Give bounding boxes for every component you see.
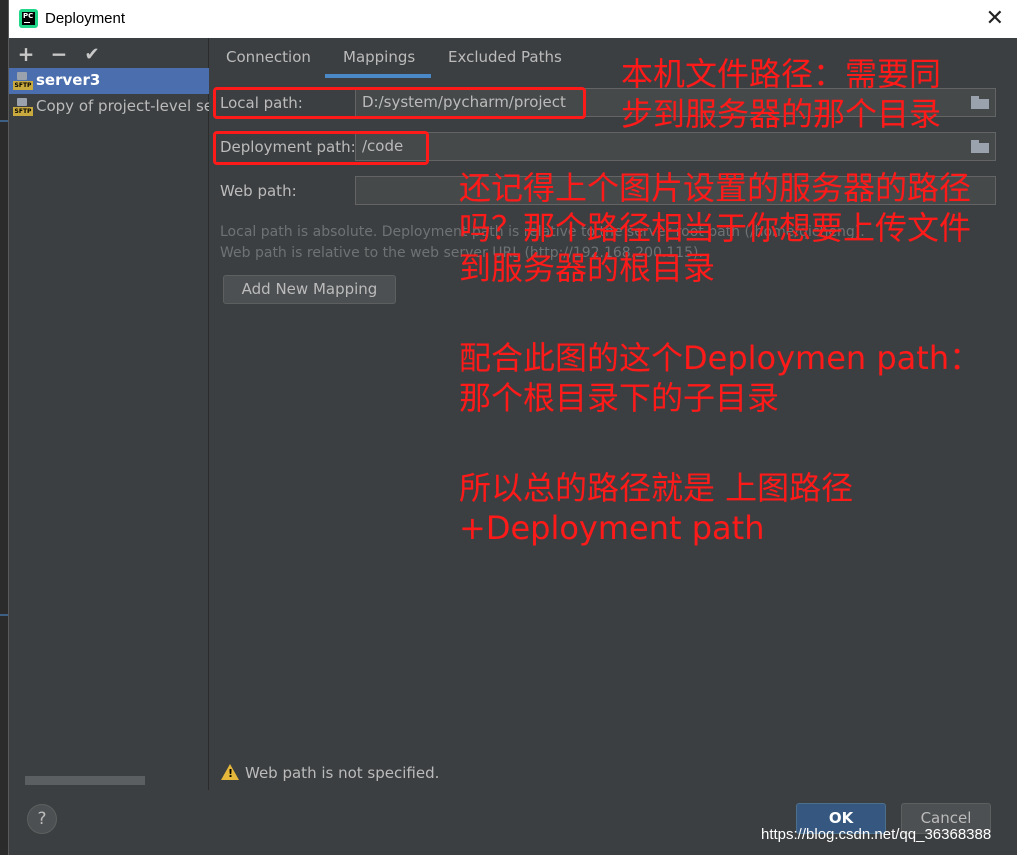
- pycharm-icon: PC: [19, 9, 38, 28]
- close-icon[interactable]: ✕: [986, 6, 1004, 30]
- annotation-note: 所以总的路径就是 上图路径 +Deployment path: [459, 469, 854, 547]
- deployment-dialog: PC Deployment ✕ + − ✔ SFTP server3 SFTP …: [8, 0, 1017, 855]
- warning-icon: [221, 764, 239, 780]
- help-button[interactable]: ?: [27, 804, 57, 834]
- watermark: https://blog.csdn.net/qq_36368388: [761, 826, 992, 843]
- warning-message: Web path is not specified.: [221, 762, 439, 782]
- horizontal-scrollbar[interactable]: [25, 776, 145, 785]
- strip-mark: [0, 614, 8, 616]
- set-default-button[interactable]: ✔: [81, 44, 103, 65]
- deployment-path-input[interactable]: /code: [355, 132, 996, 161]
- sftp-server-icon: SFTP: [13, 71, 33, 91]
- annotation-note: 本机文件路径：需要同 步到服务器的那个目录: [621, 55, 942, 133]
- add-new-mapping-button[interactable]: Add New Mapping: [223, 275, 396, 304]
- folder-icon[interactable]: [971, 96, 989, 109]
- server-list-item[interactable]: SFTP Copy of project-level se: [9, 94, 209, 120]
- server-name: Copy of project-level se: [36, 97, 209, 115]
- server-name: server3: [36, 71, 101, 89]
- remove-server-button[interactable]: −: [48, 42, 70, 66]
- window-title: Deployment: [45, 10, 126, 27]
- title-bar[interactable]: PC Deployment ✕: [9, 0, 1017, 38]
- tab-mappings[interactable]: Mappings: [343, 48, 415, 66]
- annotation-note: 还记得上个图片设置的服务器的路径 吗？那个路径相当于你想要上传文件 到服务器的根…: [459, 169, 972, 287]
- tab-excluded-paths[interactable]: Excluded Paths: [448, 48, 562, 66]
- annotation-note: 配合此图的这个Deploymen path： 那个根目录下的子目录: [459, 339, 982, 417]
- sftp-server-icon: SFTP: [13, 97, 33, 117]
- annotation-box-local-path: [213, 87, 586, 119]
- strip-mark: [0, 120, 8, 122]
- server-list-item[interactable]: SFTP server3: [9, 68, 209, 94]
- add-server-button[interactable]: +: [15, 42, 37, 66]
- folder-icon[interactable]: [971, 140, 989, 153]
- web-path-label: Web path:: [220, 182, 297, 200]
- background-window-strip: [0, 0, 8, 855]
- tab-connection[interactable]: Connection: [226, 48, 311, 66]
- warning-text: Web path is not specified.: [245, 764, 440, 782]
- server-list-panel: + − ✔ SFTP server3 SFTP Copy of project-…: [9, 38, 209, 790]
- annotation-box-deployment-path: [213, 131, 429, 165]
- active-tab-indicator: [325, 74, 431, 78]
